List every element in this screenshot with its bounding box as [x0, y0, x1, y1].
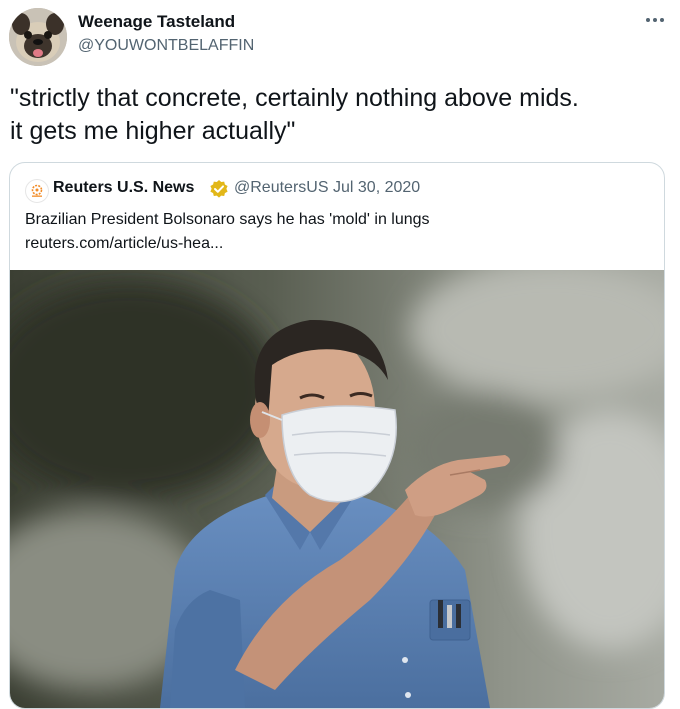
quoted-tweet-text: Brazilian President Bolsonaro says he ha…: [25, 211, 430, 228]
tweet-text: "strictly that concrete, certainly nothi…: [10, 82, 670, 148]
verified-badge-icon: [209, 179, 229, 199]
more-options-button[interactable]: [640, 8, 670, 32]
quoted-author-handle: @ReutersUS: [234, 179, 329, 196]
author-avatar[interactable]: [9, 8, 67, 66]
news-photo[interactable]: [10, 270, 664, 708]
reuters-logo-icon: [25, 179, 49, 203]
tweet-text-line: it gets me higher actually": [10, 117, 296, 145]
pug-avatar-icon: [9, 8, 67, 66]
quoted-date: Jul 30, 2020: [333, 179, 421, 196]
tweet-text-line: "strictly that concrete, certainly nothi…: [10, 84, 579, 112]
quoted-tweet-card[interactable]: Reuters U.S. News @ReutersUS Jul 30, 202…: [9, 162, 665, 709]
author-handle[interactable]: @YOUWONTBELAFFIN: [78, 37, 254, 55]
quoted-author-name: Reuters U.S. News: [53, 179, 195, 196]
quoted-tweet-link[interactable]: reuters.com/article/us-hea...: [25, 232, 223, 255]
more-options-icon: [646, 18, 664, 22]
author-name[interactable]: Weenage Tasteland: [78, 12, 235, 32]
